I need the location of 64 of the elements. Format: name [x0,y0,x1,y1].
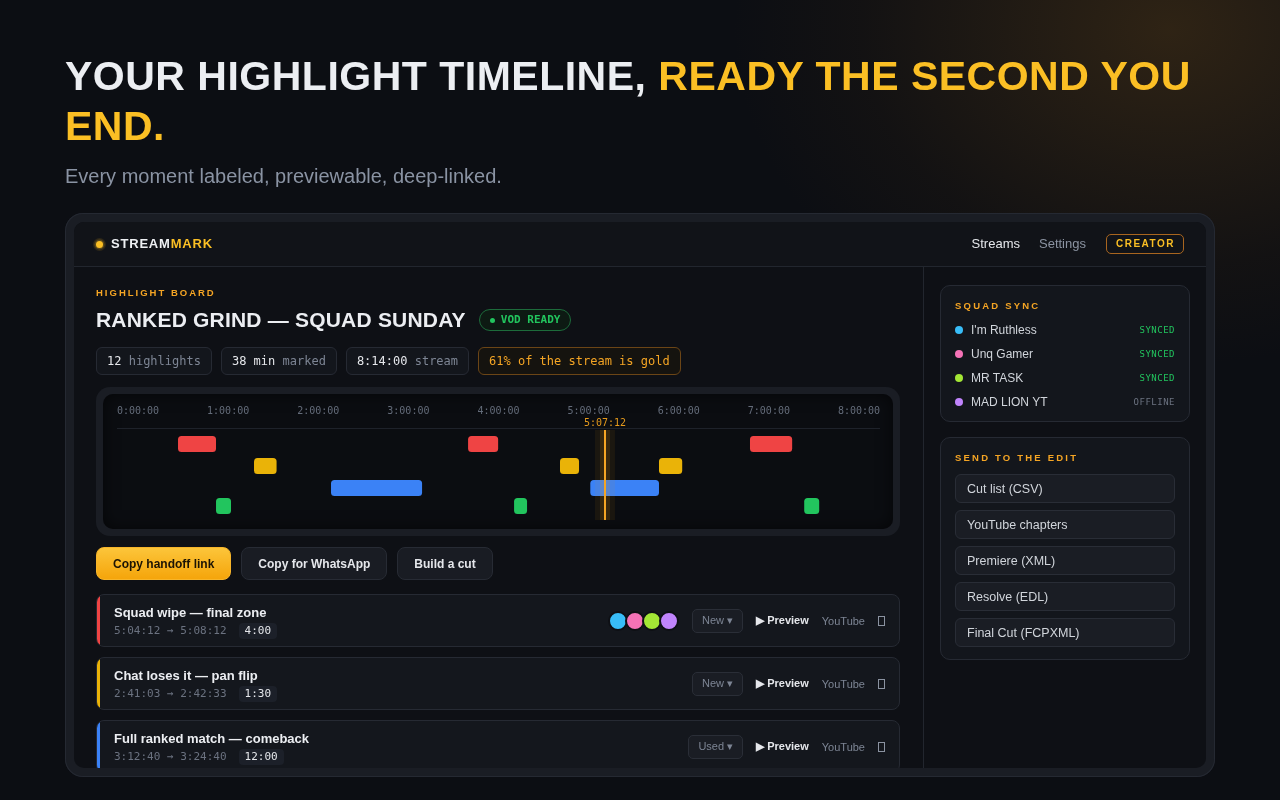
action-button[interactable]: Copy handoff link [96,547,232,580]
export-button[interactable]: Cut list (CSV) [955,474,1175,503]
logo-wordmark: STREAMMARK [111,236,213,252]
headline: YOUR HIGHLIGHT TIMELINE, READY THE SECOND YOU END. [65,52,1192,151]
tick-label: 8:00:00 [837,404,881,416]
status-text: VOD READY [500,313,561,327]
tick-label: 3:00:00 [387,404,430,416]
highlight-title: Chat loses it — pan flip [114,669,259,683]
status-dropdown[interactable]: Used ▾ [688,734,744,759]
export-button[interactable]: YouTube chapters [955,510,1175,539]
sync-status: SYNCED [1139,372,1175,384]
time-range: 3:12:40 → 3:24:40 [114,749,227,765]
nav-link[interactable]: Settings [1039,236,1086,252]
tick-label: 4:00:00 [477,404,520,416]
duration-label: 1:30 [238,686,278,702]
tick-label: 7:00:00 [747,404,790,416]
subtitle: Every moment labeled, previewable, deep-linked. [65,164,503,188]
sync-status: OFFLINE [1133,396,1175,408]
preview-button[interactable]: ▶ Preview [756,677,809,690]
highlight-title: Full ranked match — comeback [114,732,311,746]
card-heading: SQUAD SYNC [955,300,1042,312]
action-button[interactable]: Build a cut [397,547,493,580]
tick-label: 0:00:00 [116,404,160,416]
time-range: 2:41:03 → 2:42:33 [114,686,227,702]
tick-label: 2:00:00 [297,404,340,416]
stat-chip: 8:14:00 stream [345,347,470,375]
playhead-time: 5:07:12 [583,417,627,428]
nav-link[interactable]: Streams [971,236,1020,252]
stream-title: RANKED GRIND — SQUAD SUNDAY [96,307,466,333]
member-name: Unq Gamer [971,346,1035,362]
duration-label: 12:00 [238,749,284,765]
preview-button[interactable]: ▶ Preview [756,740,809,753]
role-badge: CREATOR [1105,234,1184,254]
status-dot-icon [489,317,495,323]
time-range: 5:04:12 → 5:08:12 [114,623,227,639]
rectangle-icon[interactable] [878,678,885,689]
action-button[interactable]: Copy for WhatsApp [241,547,388,580]
rectangle-icon[interactable] [878,615,885,626]
member-name: MAD LION YT [971,394,1049,410]
platform-link[interactable]: YouTube [821,739,865,754]
preview-button[interactable]: ▶ Preview [756,614,809,627]
duration-label: 4:00 [238,623,278,639]
sync-status: SYNCED [1139,348,1175,360]
sync-status: SYNCED [1139,324,1175,336]
tick-label: 5:00:00 [567,404,610,416]
export-button[interactable]: Premiere (XML) [955,546,1175,575]
export-button[interactable]: Final Cut (FCPXML) [955,618,1175,647]
rectangle-icon[interactable] [878,741,885,752]
member-name: MR TASK [971,370,1025,386]
stat-chip: 61% of the stream is gold [478,347,681,375]
dot-icon [93,237,106,251]
tick-label: 6:00:00 [657,404,700,416]
platform-link[interactable]: YouTube [821,676,865,691]
section-label: HIGHLIGHT BOARD [96,287,217,299]
export-button[interactable]: Resolve (EDL) [955,582,1175,611]
stat-chip: 12 highlights [96,347,212,375]
tick-label: 1:00:00 [207,404,250,416]
card-heading: SEND TO THE EDIT [955,452,1080,464]
platform-link[interactable]: YouTube [821,613,865,628]
member-name: I'm Ruthless [971,322,1038,338]
highlight-title: Squad wipe — final zone [114,606,268,620]
status-dropdown[interactable]: New ▾ [692,608,744,633]
stat-chip: 38 min marked [220,347,337,375]
status-dropdown[interactable]: New ▾ [692,671,744,696]
